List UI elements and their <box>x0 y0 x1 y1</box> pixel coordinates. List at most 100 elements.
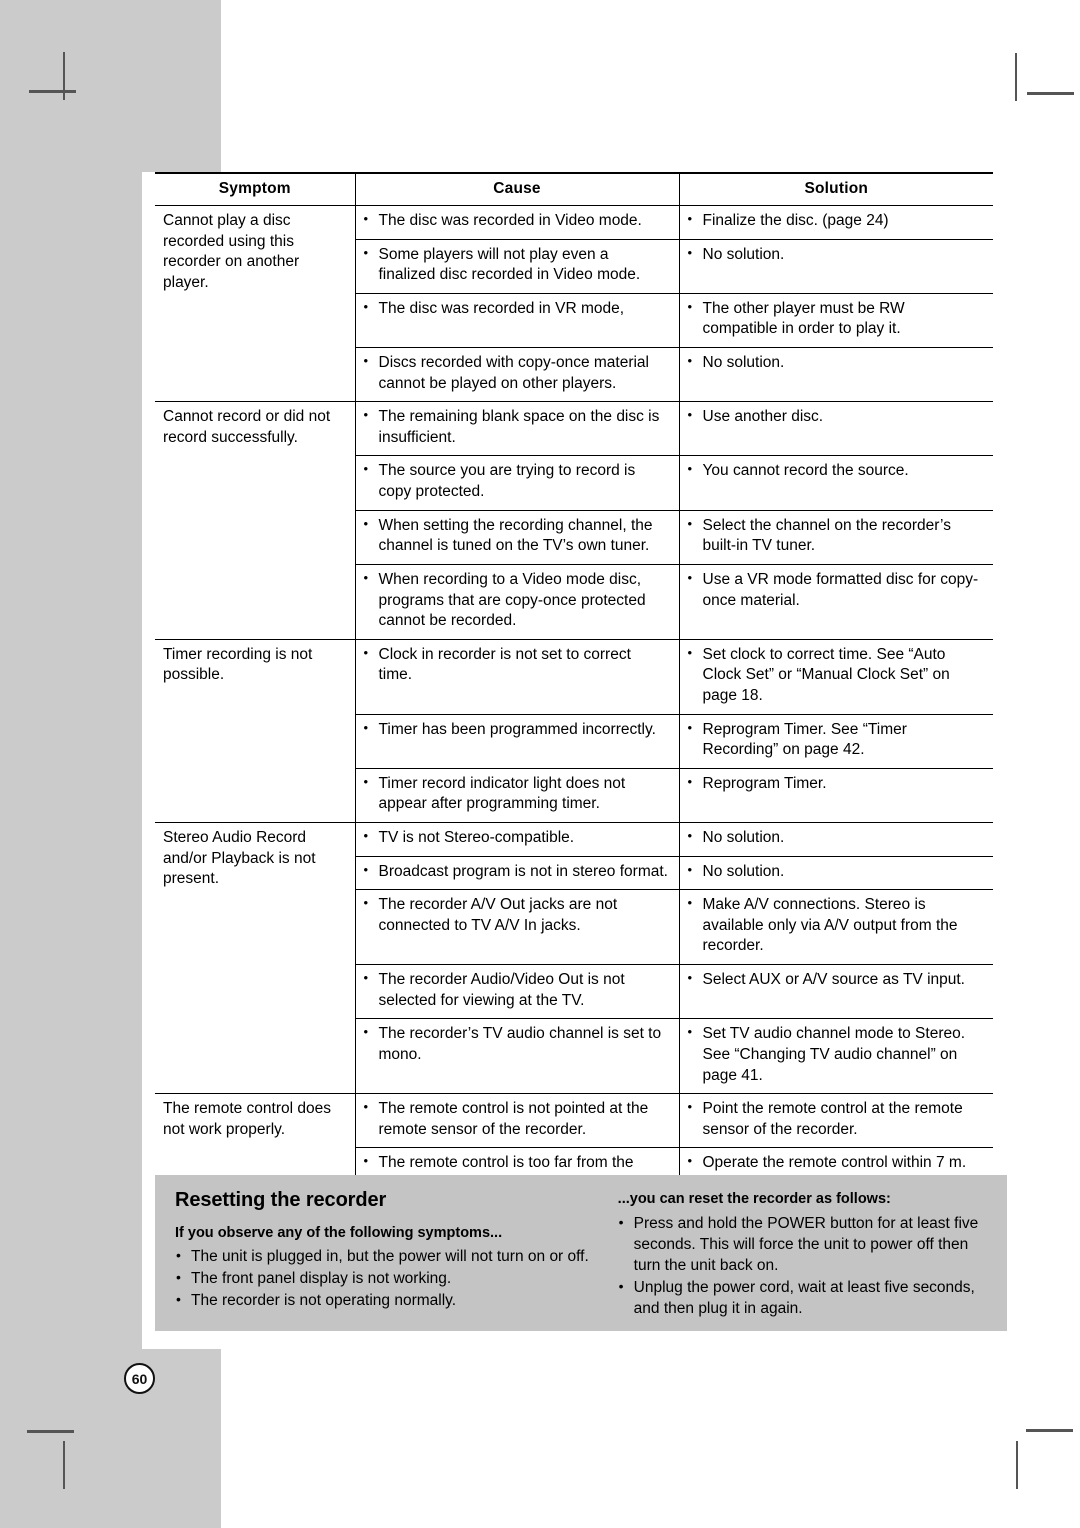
solution-cell: No solution. <box>679 822 993 857</box>
crop-mark-top-right-vertical <box>1015 53 1017 101</box>
cause-text: The recorder A/V Out jacks are not conne… <box>364 894 669 936</box>
crop-mark-bottom-right-horizontal <box>1026 1429 1073 1432</box>
solution-text: No solution. <box>688 244 984 266</box>
solution-cell: Point the remote control at the remote s… <box>679 1093 993 1148</box>
solution-cell: Use another disc. <box>679 401 993 456</box>
background-left-strip <box>0 0 142 1528</box>
content-column: Symptom Cause Solution Cannot play a dis… <box>155 172 1007 1312</box>
solution-text: You cannot record the source. <box>688 461 984 482</box>
symptom-cell: Stereo Audio Record and/or Playback is n… <box>155 822 356 1094</box>
solution-cell: Set TV audio channel mode to Stereo. See… <box>679 1018 993 1094</box>
reset-steps-heading: ...you can reset the recorder as follows… <box>617 1191 891 1207</box>
symptom-cell: Cannot play a disc recorded using this r… <box>155 204 356 402</box>
cause-cell: When setting the recording channel, the … <box>355 509 680 565</box>
table-row: Stereo Audio Record and/or Playback is n… <box>155 822 993 1094</box>
solution-cell: Finalize the disc. (page 24) <box>679 205 993 240</box>
cause-cell: The recorder A/V Out jacks are not conne… <box>355 889 680 965</box>
solution-text: Select AUX or A/V source as TV input. <box>688 969 984 991</box>
solution-text: No solution. <box>688 827 984 849</box>
cause-text: When setting the recording channel, the … <box>364 515 669 557</box>
solution-cell: Make A/V connections. Stereo is availabl… <box>679 889 993 965</box>
cause-cell: The disc was recorded in Video mode. <box>355 205 680 240</box>
cause-text: When recording to a Video mode disc, pro… <box>364 569 669 632</box>
solution-text: Operate the remote control within 7 m. <box>688 1152 984 1174</box>
cause-text: The source you are trying to record is c… <box>364 460 669 502</box>
solution-cell: Select AUX or A/V source as TV input. <box>679 964 993 1019</box>
cause-cell: Discs recorded with copy-once material c… <box>355 347 680 402</box>
table-row: Timer recording is not possible. Clock i… <box>155 638 993 823</box>
solution-text: No solution. <box>688 352 984 374</box>
manual-page: Symptom Cause Solution Cannot play a dis… <box>0 0 1080 1528</box>
solution-cell: No solution. <box>679 347 993 402</box>
cause-text: Timer record indicator light does not ap… <box>364 773 669 815</box>
solution-text: Set TV audio channel mode to Stereo. See… <box>688 1023 984 1086</box>
cause-cell: TV is not Stereo-compatible. <box>355 822 680 857</box>
cause-text: Discs recorded with copy-once material c… <box>364 352 669 394</box>
solution-cell: Reprogram Timer. <box>679 767 993 823</box>
cause-cell: Timer has been programmed incorrectly. <box>355 713 680 769</box>
cause-text: The remaining blank space on the disc is… <box>364 406 669 448</box>
symptom-cell: Cannot record or did not record successf… <box>155 401 356 640</box>
cause-cell: The source you are trying to record is c… <box>355 455 680 511</box>
list-item: Unplug the power cord, wait at least fiv… <box>618 1277 989 1320</box>
crop-mark-bottom-left-vertical <box>63 1441 65 1489</box>
solution-text: No solution. <box>688 861 984 883</box>
list-item: Press and hold the POWER button for at l… <box>618 1213 989 1277</box>
resetting-the-recorder-panel: Resetting the recorder If you observe an… <box>155 1175 1007 1331</box>
cause-text: The recorder’s TV audio channel is set t… <box>364 1023 669 1065</box>
solution-text: Reprogram Timer. <box>688 773 984 795</box>
solution-cell: Reprogram Timer. See “Timer Recording” o… <box>679 713 993 769</box>
list-item: The front panel display is not working. <box>175 1268 600 1290</box>
cause-cell: The recorder Audio/Video Out is not sele… <box>355 964 680 1019</box>
cause-cell: Clock in recorder is not set to correct … <box>355 638 680 715</box>
cause-text: The recorder Audio/Video Out is not sele… <box>364 969 669 1011</box>
column-header-solution: Solution <box>679 172 993 206</box>
crop-mark-top-right-horizontal <box>1027 92 1074 95</box>
cause-text: The remote control is not pointed at the… <box>364 1098 669 1140</box>
background-top-block <box>0 0 221 172</box>
reset-left-column: Resetting the recorder If you observe an… <box>175 1189 600 1321</box>
solution-cell: No solution. <box>679 238 993 294</box>
table-row: The remote control does not work properl… <box>155 1093 993 1311</box>
cause-cell: The remote control is not pointed at the… <box>355 1093 680 1148</box>
solution-text: Reprogram Timer. See “Timer Recording” o… <box>688 719 984 761</box>
cause-cell: Some players will not play even a finali… <box>355 238 680 294</box>
solution-cell: You cannot record the source. <box>679 455 993 511</box>
crop-mark-bottom-right-vertical <box>1016 1441 1018 1489</box>
solution-cell: Set clock to correct time. See “Auto Clo… <box>679 638 993 715</box>
solution-text: Select the channel on the recorder’s bui… <box>688 515 984 557</box>
reset-steps-list: Press and hold the POWER button for at l… <box>618 1213 989 1320</box>
reset-symptoms-list: The unit is plugged in, but the power wi… <box>175 1246 600 1312</box>
table-row: Cannot play a disc recorded using this r… <box>155 204 993 402</box>
symptom-cell: Timer recording is not possible. <box>155 638 356 823</box>
cause-cell: The remaining blank space on the disc is… <box>355 401 680 456</box>
cause-text: Some players will not play even a finali… <box>364 244 669 286</box>
cause-text: Broadcast program is not in stereo forma… <box>364 861 669 883</box>
cause-text: Clock in recorder is not set to correct … <box>364 644 669 686</box>
cause-cell: Broadcast program is not in stereo forma… <box>355 855 680 890</box>
solution-text: Finalize the disc. (page 24) <box>688 210 984 232</box>
table-header-row: Symptom Cause Solution <box>155 172 993 206</box>
cause-cell: When recording to a Video mode disc, pro… <box>355 563 680 640</box>
reset-symptoms-heading: If you observe any of the following symp… <box>175 1225 503 1241</box>
troubleshooting-table: Symptom Cause Solution Cannot play a dis… <box>155 172 993 1312</box>
crop-mark-top-left-horizontal <box>29 90 76 93</box>
cause-text: Timer has been programmed incorrectly. <box>364 719 669 741</box>
solution-text: Use another disc. <box>688 406 984 428</box>
crop-mark-bottom-left-horizontal <box>27 1430 74 1433</box>
page-number-badge: 60 <box>124 1363 155 1394</box>
table-row: Cannot record or did not record successf… <box>155 401 993 640</box>
cause-cell: Timer record indicator light does not ap… <box>355 767 680 823</box>
reset-right-column: ...you can reset the recorder as follows… <box>618 1189 989 1321</box>
column-header-symptom: Symptom <box>155 172 356 206</box>
solution-text: Set clock to correct time. See “Auto Clo… <box>688 644 984 707</box>
solution-cell: Select the channel on the recorder’s bui… <box>679 509 993 565</box>
solution-cell: The other player must be RW compatible i… <box>679 292 993 348</box>
list-item: The recorder is not operating normally. <box>175 1290 600 1312</box>
solution-cell: No solution. <box>679 855 993 890</box>
table-body: Cannot play a disc recorded using this r… <box>155 204 993 1312</box>
solution-text: Make A/V connections. Stereo is availabl… <box>688 894 984 957</box>
reset-section-title: Resetting the recorder <box>175 1189 387 1211</box>
solution-cell: Use a VR mode formatted disc for copy-on… <box>679 563 993 640</box>
cause-cell: The disc was recorded in VR mode, <box>355 292 680 348</box>
